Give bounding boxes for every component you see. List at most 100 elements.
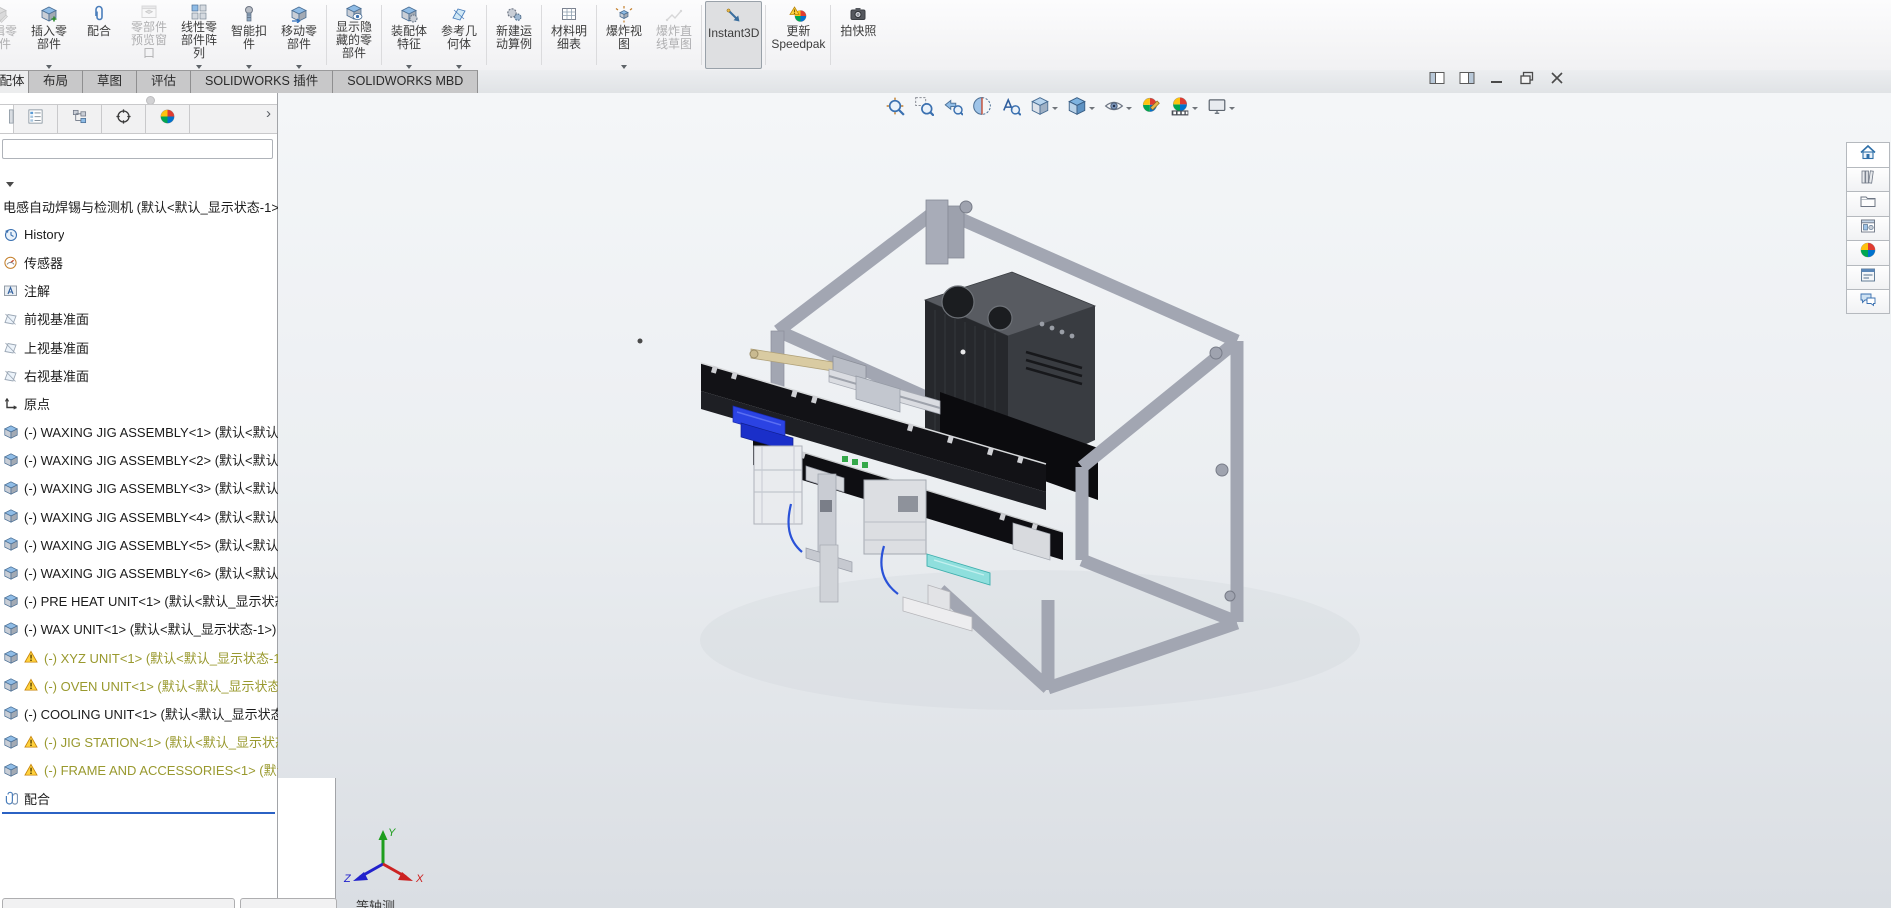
tree-item[interactable]: (-) COOLING UNIT<1> (默认<默认_显示状态-1>) [0,699,278,727]
show-hidden-button[interactable]: 显示隐藏的零部件 [329,0,379,70]
tree-item[interactable]: (-) WAXING JIG ASSEMBLY<5> (默认<默认_显示状态-1… [0,530,278,558]
appearances-scenes-tab[interactable] [1846,240,1890,265]
tree-item[interactable]: History [0,220,278,248]
dropdown-caret-icon[interactable] [196,65,202,69]
insert-part-button[interactable]: 插入零部件 [24,0,74,70]
tree-item[interactable]: (-) WAXING JIG ASSEMBLY<6> (默认<默认_显示状态-1… [0,558,278,586]
tab-装配体[interactable]: 装配体 [0,70,29,93]
tree-item[interactable]: 前视基准面 [0,305,278,333]
tree-item[interactable]: (-) WAX UNIT<1> (默认<默认_显示状态-1>) [0,615,278,643]
panel-hscrollbar-thumb[interactable] [2,898,235,908]
tab-草图[interactable]: 草图 [83,70,137,93]
toolbar-button-label: 更新Speedpak [770,25,826,51]
panel-tab-dimxpertmanager[interactable] [102,105,146,133]
tree-item[interactable]: (-) WAXING JIG ASSEMBLY<1> (默认<默认_显示状态-1… [0,418,278,446]
reference-geometry-button[interactable]: 参考几何体 [434,0,484,70]
speedpak-button[interactable]: 更新Speedpak [768,0,828,70]
annotation-view-button[interactable] [1001,96,1021,121]
design-library-tab[interactable] [1846,167,1890,192]
panel-tab-displaymanager[interactable] [146,105,190,133]
dropdown-caret-icon[interactable] [1089,107,1095,110]
bom-button[interactable]: 材料明细表 [544,0,594,70]
view-orientation-button[interactable] [1030,96,1058,121]
instant3d-button[interactable]: Instant3D [705,1,762,69]
previous-view-button[interactable] [943,96,963,121]
panel-tab-configurationmanager[interactable] [58,105,102,133]
custom-properties-tab[interactable] [1846,265,1890,290]
view-settings-button[interactable] [1207,96,1235,121]
assembly-features-button[interactable]: 装配体特征 [384,0,434,70]
panel-tab-featuremanager-partial[interactable] [0,105,14,133]
dropdown-caret-icon[interactable] [296,65,302,69]
panel-tab-featuremanager[interactable] [14,105,58,133]
explode-sketch-button[interactable]: 爆炸直线草图 [649,0,699,70]
edit-appearance-button[interactable] [1141,96,1161,121]
apply-scene-button[interactable] [1170,96,1198,121]
tab-solidworks-mbd[interactable]: SOLIDWORKS MBD [333,70,478,93]
zoom-area-button[interactable] [914,96,934,121]
snapshot-button[interactable]: 拍快照 [833,0,883,70]
tree-item[interactable]: 注解 [0,277,278,305]
tree-item[interactable]: 传感器 [0,248,278,276]
tree-filter-input[interactable] [2,139,273,159]
dropdown-caret-icon[interactable] [1192,107,1198,110]
hide-show-items-icon [1104,96,1124,121]
tree-item[interactable]: 上视基准面 [0,333,278,361]
dropdown-caret-icon[interactable] [1126,107,1132,110]
view-palette-icon [1859,217,1877,240]
view-palette-tab[interactable] [1846,216,1890,241]
model-post[interactable] [820,545,838,602]
linear-pattern-button[interactable]: 线性零部件阵列 [174,0,224,70]
dropdown-caret-icon[interactable] [1229,107,1235,110]
model-camera-box[interactable] [864,480,926,554]
panel-expand-chevron[interactable]: › [266,105,271,122]
close-button[interactable] [1548,73,1565,88]
tab-评估[interactable]: 评估 [137,70,191,93]
pane-right-button[interactable] [1458,73,1475,88]
tree-item[interactable]: (-) WAXING JIG ASSEMBLY<3> (默认<默认_显示状态-1… [0,474,278,502]
smart-fasteners-button[interactable]: 智能扣件 [224,0,274,70]
tree-item[interactable]: (-) FRAME AND ACCESSORIES<1> (默认<默认_显示状态… [0,756,278,784]
panel-hscrollbar-track[interactable] [240,898,337,908]
tree-root-item[interactable]: 电感自动焊锡与检测机 (默认<默认_显示状态-1>) [0,192,278,220]
dropdown-caret-icon[interactable] [46,65,52,69]
model-3d-assembly[interactable] [278,93,1891,908]
section-view-button[interactable] [972,96,992,121]
tree-item[interactable]: 原点 [0,389,278,417]
solidworks-resources-tab[interactable] [1846,142,1890,167]
tab-布局[interactable]: 布局 [29,70,83,93]
dropdown-caret-icon[interactable] [406,65,412,69]
mate-button[interactable]: 配合 [74,0,124,70]
graphics-viewport[interactable]: Y Z X 等轴测 [278,93,1891,908]
tree-item-label: (-) PRE HEAT UNIT<1> (默认<默认_显示状态-1>) [24,591,278,610]
tree-item[interactable]: (-) OVEN UNIT<1> (默认<默认_显示状态-1>) [0,671,278,699]
move-component-button[interactable]: 移动零部件 [274,0,324,70]
zoom-fit-button[interactable] [885,96,905,121]
solidworks-forum-tab[interactable] [1846,289,1890,314]
minimize-button[interactable] [1488,73,1505,88]
tree-item[interactable]: 右视基准面 [0,361,278,389]
tree-root-caret[interactable] [6,182,14,187]
motion-study-button[interactable]: 新建运动算例 [489,0,539,70]
display-style-button[interactable] [1067,96,1095,121]
rollback-bar[interactable] [2,812,275,814]
dropdown-caret-icon[interactable] [456,65,462,69]
tree-item[interactable]: (-) XYZ UNIT<1> (默认<默认_显示状态-1>) [0,643,278,671]
edit-part-button[interactable]: 编辑零部件 [0,0,24,70]
file-explorer-tab[interactable] [1846,191,1890,216]
hide-show-items-button[interactable] [1104,96,1132,121]
pane-left-button[interactable] [1428,73,1445,88]
preview-window-button[interactable]: 零部件预览窗口 [124,0,174,70]
tree-item[interactable]: (-) WAXING JIG ASSEMBLY<2> (默认<默认_显示状态-1… [0,446,278,474]
maximize-restore-button[interactable] [1518,73,1535,88]
tree-item[interactable]: (-) PRE HEAT UNIT<1> (默认<默认_显示状态-1>) [0,587,278,615]
tree-item[interactable]: 配合 [0,784,278,812]
dropdown-caret-icon[interactable] [621,65,627,69]
exploded-view-button[interactable]: 爆炸视图 [599,0,649,70]
dropdown-caret-icon[interactable] [1052,107,1058,110]
tree-item[interactable]: (-) JIG STATION<1> (默认<默认_显示状态-1>) [0,728,278,756]
tab-solidworks-插件[interactable]: SOLIDWORKS 插件 [191,70,333,93]
dropdown-caret-icon[interactable] [246,65,252,69]
model-stand[interactable] [754,446,802,524]
tree-item[interactable]: (-) WAXING JIG ASSEMBLY<4> (默认<默认_显示状态-1… [0,502,278,530]
